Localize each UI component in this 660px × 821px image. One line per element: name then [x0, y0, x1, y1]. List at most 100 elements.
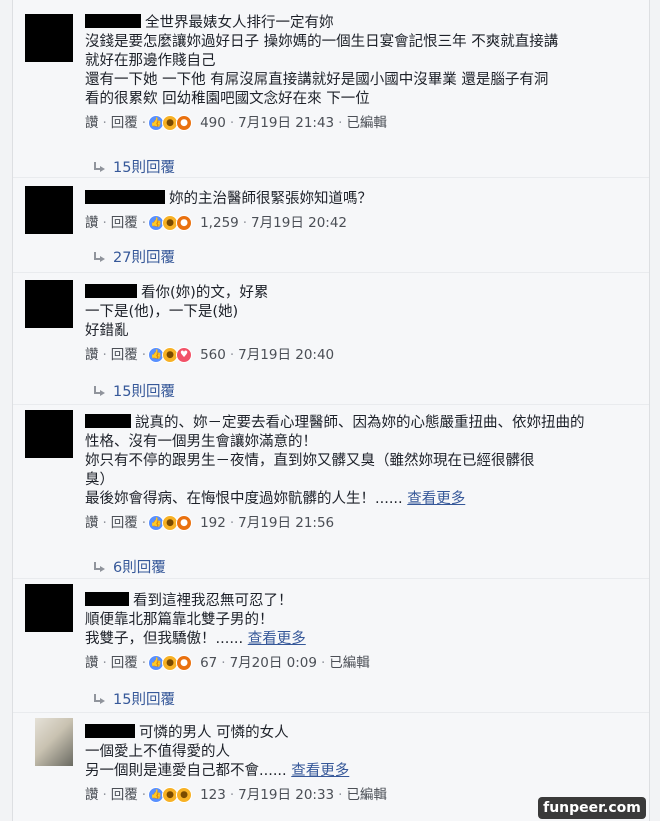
view-replies-link[interactable]: 15則回覆 — [93, 156, 175, 177]
edited-label[interactable]: 已編輯 — [346, 786, 387, 805]
reply-arrow-icon — [93, 693, 105, 704]
like-link[interactable]: 讚 — [85, 786, 99, 805]
reaction-icons[interactable]: 👍 ● ● — [148, 115, 193, 131]
wow-reaction-icon: ● — [176, 787, 193, 803]
comment-text-line: 最後妳會得病、在悔恨中度過妳骯髒的人生！...... — [85, 491, 403, 507]
comment-text-line: 看你(妳)的文，好累 — [141, 285, 269, 301]
reaction-count[interactable]: 123 — [200, 786, 226, 805]
timestamp-link[interactable]: 7月19日 20:42 — [251, 214, 347, 233]
reaction-count[interactable]: 560 — [200, 346, 226, 365]
reaction-count[interactable]: 490 — [200, 114, 226, 133]
reply-link[interactable]: 回覆 — [111, 214, 138, 233]
replies-count[interactable]: 15則回覆 — [113, 688, 175, 709]
angry-reaction-icon: ● — [176, 115, 193, 131]
edited-label[interactable]: 已編輯 — [346, 114, 387, 133]
timestamp-link[interactable]: 7月19日 20:40 — [238, 346, 334, 365]
reaction-icons[interactable]: 👍 ● ● — [148, 215, 193, 231]
love-reaction-icon: ♥ — [176, 347, 193, 363]
divider — [13, 272, 649, 273]
comment-text-line: 好錯亂 — [85, 323, 129, 339]
reply-arrow-icon — [93, 161, 105, 172]
divider — [13, 177, 649, 178]
reply-link[interactable]: 回覆 — [111, 114, 138, 133]
comment-text-line: 順便靠北那篇靠北雙子男的！ — [85, 612, 274, 628]
edited-label[interactable]: 已編輯 — [329, 654, 370, 673]
like-link[interactable]: 讚 — [85, 114, 99, 133]
comment-text-line: 臭） — [85, 472, 114, 488]
reply-link[interactable]: 回覆 — [111, 346, 138, 365]
comment-text-line: 妳的主治醫師很緊張妳知道嗎？ — [169, 191, 372, 207]
reaction-count[interactable]: 192 — [200, 514, 226, 533]
view-replies-link[interactable]: 15則回覆 — [93, 688, 175, 709]
timestamp-link[interactable]: 7月19日 21:43 — [238, 114, 334, 133]
reaction-icons[interactable]: 👍 ● ● — [148, 515, 193, 531]
replies-count[interactable]: 27則回覆 — [113, 246, 175, 267]
see-more-link[interactable]: 查看更多 — [248, 631, 306, 647]
reaction-count[interactable]: 67 — [200, 654, 217, 673]
comment-text-line: 沒錢是要怎麼讓妳過好日子 操妳媽的一個生日宴會記恨三年 不爽就直接講 — [85, 34, 559, 50]
comment-actions: 讚 · 回覆 · 👍 ● ● 490 · 7月19日 21:43 · 已編輯 — [85, 114, 387, 133]
divider — [13, 712, 649, 713]
comment-text-line: 還有一下她 一下他 有屌沒屌直接講就好是國小國中沒畢業 還是腦子有洞 — [85, 72, 549, 88]
avatar[interactable] — [25, 280, 73, 328]
reply-link[interactable]: 回覆 — [111, 514, 138, 533]
like-link[interactable]: 讚 — [85, 346, 99, 365]
replies-count[interactable]: 15則回覆 — [113, 380, 175, 401]
see-more-link[interactable]: 查看更多 — [291, 763, 349, 779]
divider — [13, 578, 649, 579]
comment-text-line: 我雙子，但我驕傲！...... — [85, 631, 244, 647]
timestamp-link[interactable]: 7月20日 0:09 — [230, 654, 317, 673]
avatar[interactable] — [25, 410, 73, 458]
like-link[interactable]: 讚 — [85, 214, 99, 233]
timestamp-link[interactable]: 7月19日 20:33 — [238, 786, 334, 805]
reply-link[interactable]: 回覆 — [111, 654, 138, 673]
author-name-redacted[interactable] — [85, 284, 137, 298]
avatar[interactable] — [25, 584, 73, 632]
author-name-redacted[interactable] — [85, 724, 135, 738]
replies-count[interactable]: 6則回覆 — [113, 556, 166, 577]
view-replies-link[interactable]: 6則回覆 — [93, 556, 166, 577]
reply-link[interactable]: 回覆 — [111, 786, 138, 805]
like-link[interactable]: 讚 — [85, 514, 99, 533]
comment-text-line: 就好在那邊作賤自己 — [85, 53, 216, 69]
reaction-icons[interactable]: 👍 ● ● — [148, 787, 193, 803]
comment-text-line: 一下是(他)，一下是(她) — [85, 304, 239, 320]
comment-text-line: 一個愛上不值得愛的人 — [85, 744, 230, 760]
comment-actions: 讚 · 回覆 · 👍 ● ● 1,259 · 7月19日 20:42 — [85, 214, 348, 233]
comment-text-line: 看的很累欸 回幼稚園吧國文念好在來 下一位 — [85, 91, 370, 107]
see-more-link[interactable]: 查看更多 — [407, 491, 465, 507]
reaction-icons[interactable]: 👍 ● ♥ — [148, 347, 193, 363]
author-name-redacted[interactable] — [85, 592, 129, 606]
view-replies-link[interactable]: 15則回覆 — [93, 380, 175, 401]
watermark-logo: funpeer.com — [538, 797, 646, 819]
comment-actions: 讚 · 回覆 · 👍 ● ● 67 · 7月20日 0:09 · 已編輯 — [85, 654, 370, 673]
comment-text-line: 另一個則是連愛自己都不會...... — [85, 763, 287, 779]
comment-text-line: 性格、沒有一個男生會讓妳滿意的！ — [85, 434, 317, 450]
reply-arrow-icon — [93, 561, 105, 572]
timestamp-link[interactable]: 7月19日 21:56 — [238, 514, 334, 533]
angry-reaction-icon: ● — [176, 655, 193, 671]
comment-text-line: 看到這裡我忍無可忍了！ — [133, 593, 293, 609]
avatar[interactable] — [25, 14, 73, 62]
comment-thread: 全世界最婊女人排行一定有妳 沒錢是要怎麼讓妳過好日子 操妳媽的一個生日宴會記恨三… — [12, 0, 650, 821]
view-replies-link[interactable]: 27則回覆 — [93, 246, 175, 267]
avatar[interactable] — [25, 186, 73, 234]
replies-count[interactable]: 15則回覆 — [113, 156, 175, 177]
divider — [13, 404, 649, 405]
comment-actions: 讚 · 回覆 · 👍 ● ● 192 · 7月19日 21:56 — [85, 514, 335, 533]
reply-arrow-icon — [93, 385, 105, 396]
angry-reaction-icon: ● — [176, 515, 193, 531]
avatar[interactable] — [25, 718, 73, 766]
author-name-redacted[interactable] — [85, 190, 165, 204]
like-link[interactable]: 讚 — [85, 654, 99, 673]
reply-arrow-icon — [93, 251, 105, 262]
comment-text-line: 可憐的男人 可憐的女人 — [139, 725, 289, 741]
comment-text-line: 妳只有不停的跟男生－夜情，直到妳又髒又臭（雖然妳現在已經很髒很 — [85, 453, 535, 469]
comment-actions: 讚 · 回覆 · 👍 ● ♥ 560 · 7月19日 20:40 — [85, 346, 335, 365]
comment-text-line: 全世界最婊女人排行一定有妳 — [145, 15, 334, 31]
reaction-count[interactable]: 1,259 — [200, 214, 239, 233]
author-name-redacted[interactable] — [85, 14, 141, 28]
author-name-redacted[interactable] — [85, 414, 131, 428]
angry-reaction-icon: ● — [176, 215, 193, 231]
reaction-icons[interactable]: 👍 ● ● — [148, 655, 193, 671]
